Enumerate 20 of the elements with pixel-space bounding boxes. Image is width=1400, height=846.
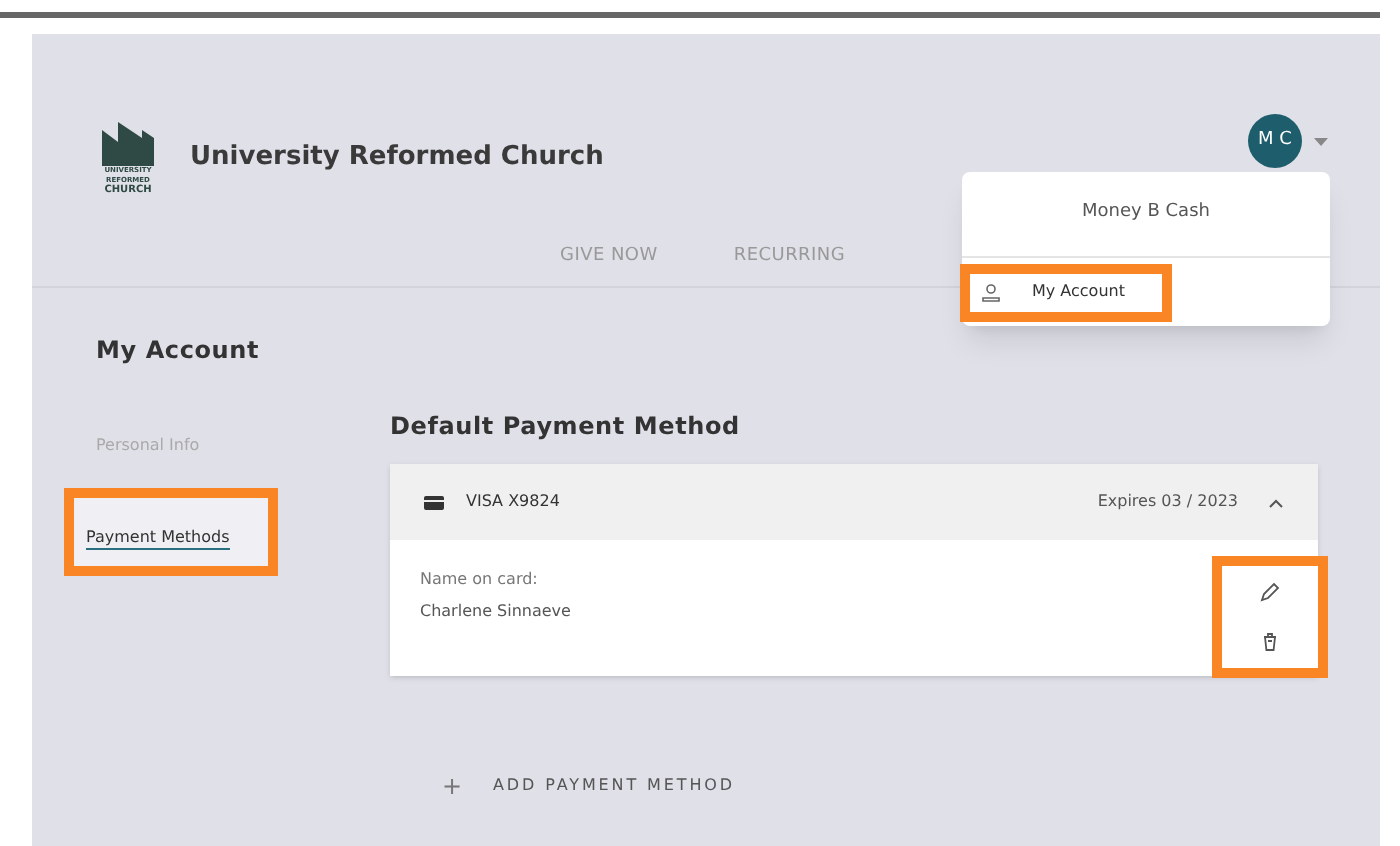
user-avatar[interactable]: M C [1248,114,1302,168]
card-label: VISA X9824 [466,490,560,514]
organization-name: University Reformed Church [190,139,604,176]
trash-icon[interactable] [1260,632,1280,653]
user-name: Money B Cash [1082,200,1210,227]
caret-icon[interactable] [1314,137,1328,145]
credit-card-icon [424,495,444,509]
card-expiry: Expires 03 / 2023 [1097,490,1238,514]
section-title: Default Payment Method [390,410,742,444]
user-icon [982,283,1000,301]
building-icon [98,118,158,166]
chevron-icon[interactable] [1268,497,1284,507]
card-header[interactable]: VISA X9824 Expires 03 / 2023 [390,464,1318,540]
section-title: My Account [96,334,262,368]
add-payment-method-button[interactable]: + ADD PAYMENT METHOD [442,768,1318,804]
name-label: Name on card: [420,568,540,592]
sidebar-link[interactable]: Payment Methods [86,528,230,550]
menu-item[interactable]: My Account [970,280,1125,304]
pencil-icon[interactable] [1260,581,1280,602]
cardholder-name: Charlene Sinnaeve [420,600,571,624]
